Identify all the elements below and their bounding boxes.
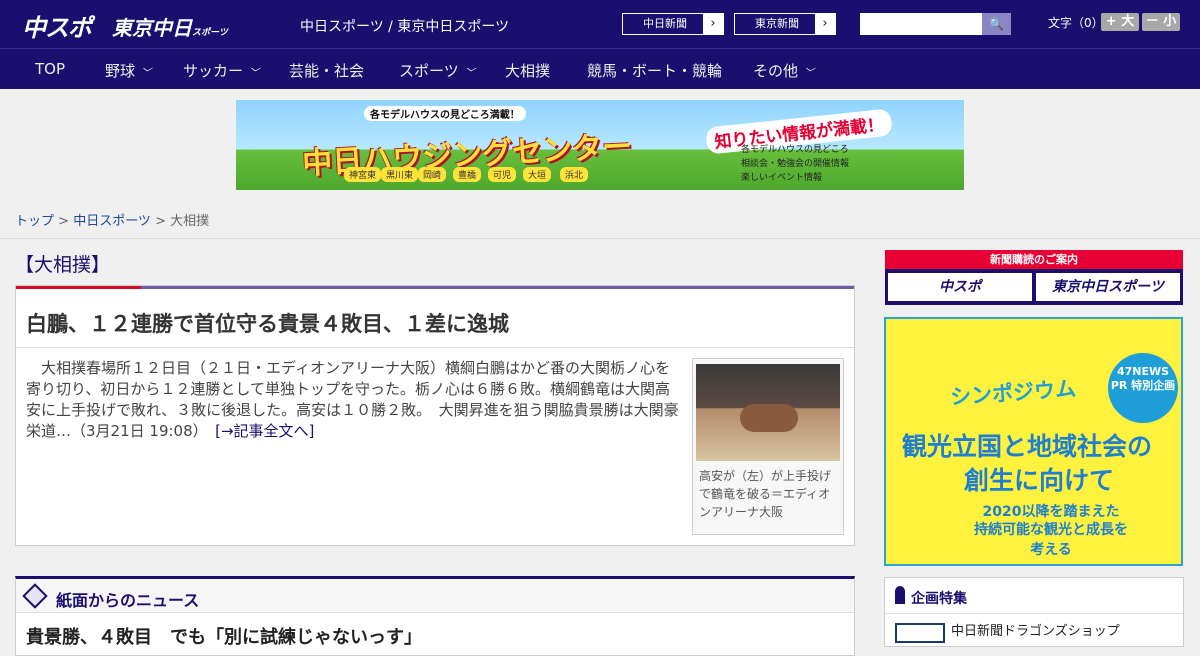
chuspo-logo[interactable]: 中スポ (22, 8, 92, 43)
feature-thumbnail[interactable] (895, 623, 945, 643)
newspaper-icon (22, 583, 48, 609)
tokyo-shimbun-link[interactable]: 東京新聞 › (734, 13, 836, 35)
divider (0, 238, 1200, 239)
chevron-down-icon: ﹀ (141, 68, 152, 79)
chunichi-shimbun-link[interactable]: 中日新聞 › (622, 13, 724, 35)
search-icon[interactable]: 🔍 (982, 13, 1011, 35)
article-accent-bar (16, 286, 854, 289)
nav-sports[interactable]: スポーツ ﹀ (399, 60, 475, 81)
subscribe-tokyo-chunichi-button[interactable]: 東京中日スポーツ (1036, 273, 1180, 301)
chevron-right-icon: › (703, 14, 723, 34)
nav-other[interactable]: その他 ﹀ (753, 60, 814, 81)
feature-title: 企画特集 (911, 591, 967, 607)
search-box: 🔍 (860, 13, 1011, 35)
site-name: 中日スポーツ / 東京中日スポーツ (300, 19, 510, 35)
subscribe-chuspo-button[interactable]: 中スポ (888, 273, 1032, 301)
ribbon-icon (895, 586, 905, 604)
read-more-link[interactable]: [→記事全文へ] (215, 422, 314, 440)
breadcrumb: トップ > 中日スポーツ > 大相撲 (15, 214, 210, 229)
search-input[interactable] (860, 13, 982, 35)
article-headline[interactable]: 白鵬、１２連勝で首位守る貴景４敗目、１差に逸城 (26, 308, 509, 338)
nav-soccer[interactable]: サッカー ﹀ (183, 60, 259, 81)
pr-badge: 47NEWS PR 特別企画 (1108, 353, 1178, 423)
tokyo-chunichi-logo[interactable]: 東京中日スポーツ (112, 12, 228, 41)
symposium-ad[interactable]: 47NEWS PR 特別企画 シンポジウム 観光立国と地域社会の 創生に向けて … (884, 317, 1183, 566)
feature-box: 企画特集 中日新聞ドラゴンズショップ (884, 577, 1184, 647)
chevron-down-icon: ﹀ (249, 68, 260, 79)
article-photo[interactable]: 高安が（左）が上手投げで鶴竜を破る＝エディオンアリーナ大阪 (692, 358, 844, 535)
nav-top[interactable]: TOP (35, 60, 65, 78)
nav-entertainment[interactable]: 芸能・社会 (289, 60, 364, 81)
sumo-photo-image (696, 364, 840, 461)
chevron-down-icon: ﹀ (804, 68, 815, 79)
category-title: 【大相撲】 (15, 254, 111, 276)
nav-sumo[interactable]: 大相撲 (505, 60, 550, 81)
chevron-down-icon: ﹀ (464, 68, 475, 79)
housing-center-banner[interactable]: 各モデルハウスの見どころ満載！ 中日ハウジングセンター 知りたい情報が満載！ 各… (236, 100, 964, 190)
top-header: 中スポ 東京中日スポーツ 中日スポーツ / 東京中日スポーツ 中日新聞 › 東京新… (0, 0, 1200, 48)
breadcrumb-current: 大相撲 (170, 214, 210, 229)
nav-racing[interactable]: 競馬・ボート・競輪 (587, 60, 722, 81)
news-section-title: 紙面からのニュース (56, 591, 200, 610)
news-item[interactable]: 貴景勝、４敗目 でも「別に試練じゃないっす」 (26, 623, 422, 649)
main-nav: TOP 野球 ﹀ サッカー ﹀ 芸能・社会 スポーツ ﹀ 大相撲 競馬・ボート・競輪 … (0, 48, 1200, 89)
font-smaller-button[interactable]: － 小 (1142, 13, 1180, 31)
breadcrumb-chunichi-sports[interactable]: 中日スポーツ (73, 214, 151, 229)
breadcrumb-top[interactable]: トップ (15, 214, 54, 229)
font-size-label: 文字（0） (1048, 16, 1104, 30)
chevron-right-icon: › (815, 14, 835, 34)
article-card: 白鵬、１２連勝で首位守る貴景４敗目、１差に逸城 大相撲春場所１２日目（２１日・エ… (15, 285, 855, 546)
photo-caption: 高安が（左）が上手投げで鶴竜を破る＝エディオンアリーナ大阪 (699, 469, 832, 519)
font-larger-button[interactable]: + 大 (1101, 13, 1139, 31)
divider (16, 347, 854, 348)
news-section: 紙面からのニュース 貴景勝、４敗目 でも「別に試練じゃないっす」 (15, 576, 855, 656)
subscription-header: 新聞購読のご案内 (885, 250, 1183, 269)
subscription-box: 新聞購読のご案内 中スポ 東京中日スポーツ (885, 250, 1183, 305)
nav-baseball[interactable]: 野球 ﹀ (105, 60, 151, 81)
article-body: 大相撲春場所１２日目（２１日・エディオンアリーナ大阪）横綱白鵬はかど番の大関栃ノ… (26, 359, 679, 440)
